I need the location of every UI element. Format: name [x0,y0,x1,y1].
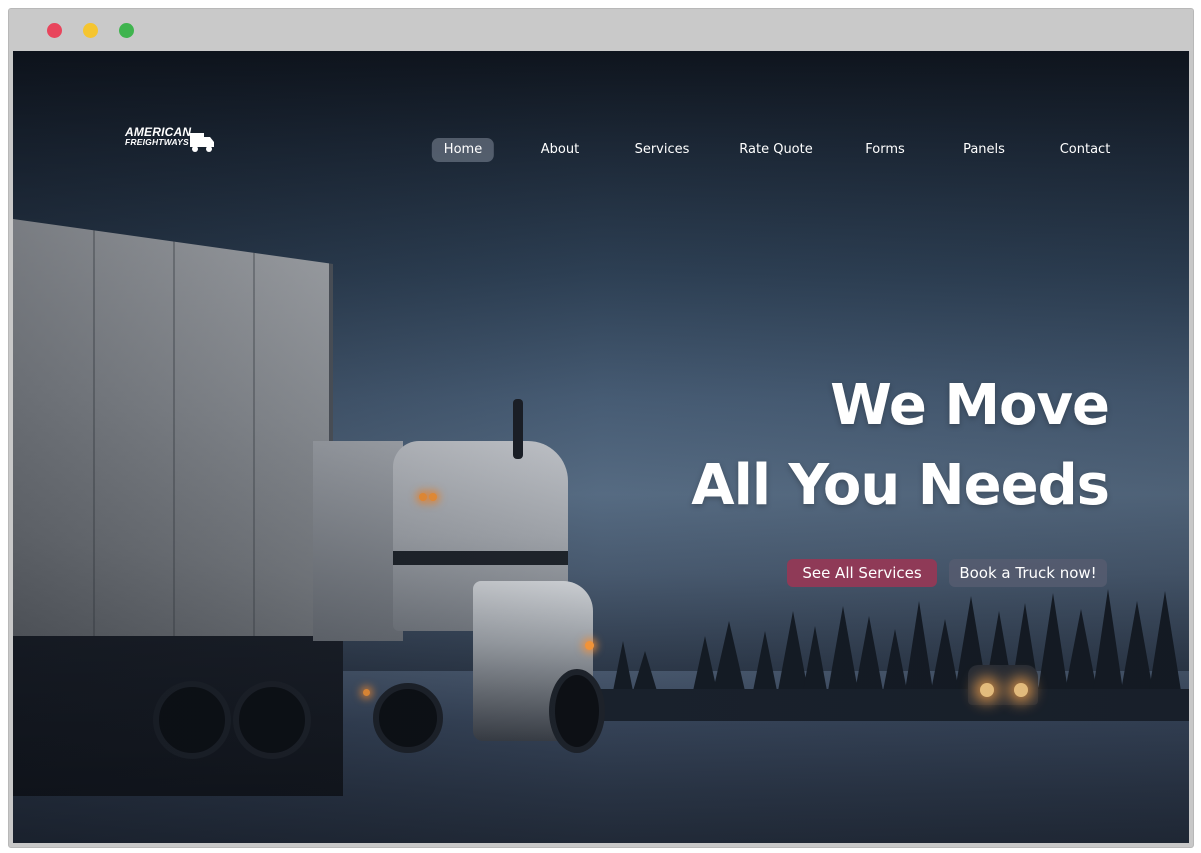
hero-section: AMERICAN FREIGHTWAYS Home About Services… [13,51,1189,843]
main-navigation: Home About Services Rate Quote Forms Pan… [13,138,1189,162]
browser-titlebar [9,9,1193,51]
nav-item-about[interactable]: About [529,138,591,162]
browser-window: AMERICAN FREIGHTWAYS Home About Services… [8,8,1194,848]
book-truck-button[interactable]: Book a Truck now! [949,559,1107,587]
hero-headline-line2: All You Needs [691,453,1110,518]
nav-item-rate-quote[interactable]: Rate Quote [727,138,824,162]
maximize-window-icon[interactable] [119,23,134,38]
nav-item-services[interactable]: Services [623,138,702,162]
hero-headline-line1: We Move [830,373,1110,438]
minimize-window-icon[interactable] [83,23,98,38]
nav-item-home[interactable]: Home [431,138,495,162]
nav-item-contact[interactable]: Contact [1048,138,1123,162]
hero-overlay [13,51,1189,843]
close-window-icon[interactable] [47,23,62,38]
nav-item-forms[interactable]: Forms [853,138,917,162]
nav-item-panels[interactable]: Panels [951,138,1017,162]
see-all-services-button[interactable]: See All Services [787,559,937,587]
